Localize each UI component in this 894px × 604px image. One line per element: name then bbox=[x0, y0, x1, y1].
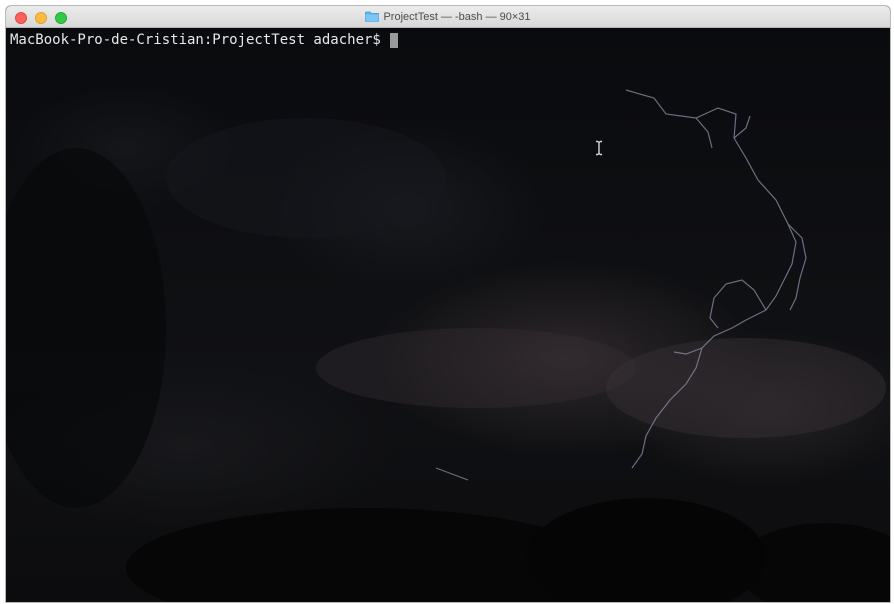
prompt-text: MacBook-Pro-de-Cristian:ProjectTest adac… bbox=[10, 32, 381, 48]
terminal-content[interactable]: MacBook-Pro-de-Cristian:ProjectTest adac… bbox=[6, 28, 890, 602]
window-title: ProjectTest — -bash — 90×31 bbox=[383, 10, 531, 23]
text-cursor-block bbox=[389, 32, 398, 48]
lightning-storm-background bbox=[6, 89, 890, 602]
terminal-window: ProjectTest — -bash — 90×31 MacBook-Pro-… bbox=[6, 6, 890, 602]
window-title-container: ProjectTest — -bash — 90×31 bbox=[6, 6, 890, 27]
title-bar[interactable]: ProjectTest — -bash — 90×31 bbox=[6, 6, 890, 28]
command-prompt[interactable]: MacBook-Pro-de-Cristian:ProjectTest adac… bbox=[10, 31, 398, 49]
folder-icon bbox=[365, 11, 380, 22]
text-ibeam-cursor-icon bbox=[596, 140, 602, 156]
